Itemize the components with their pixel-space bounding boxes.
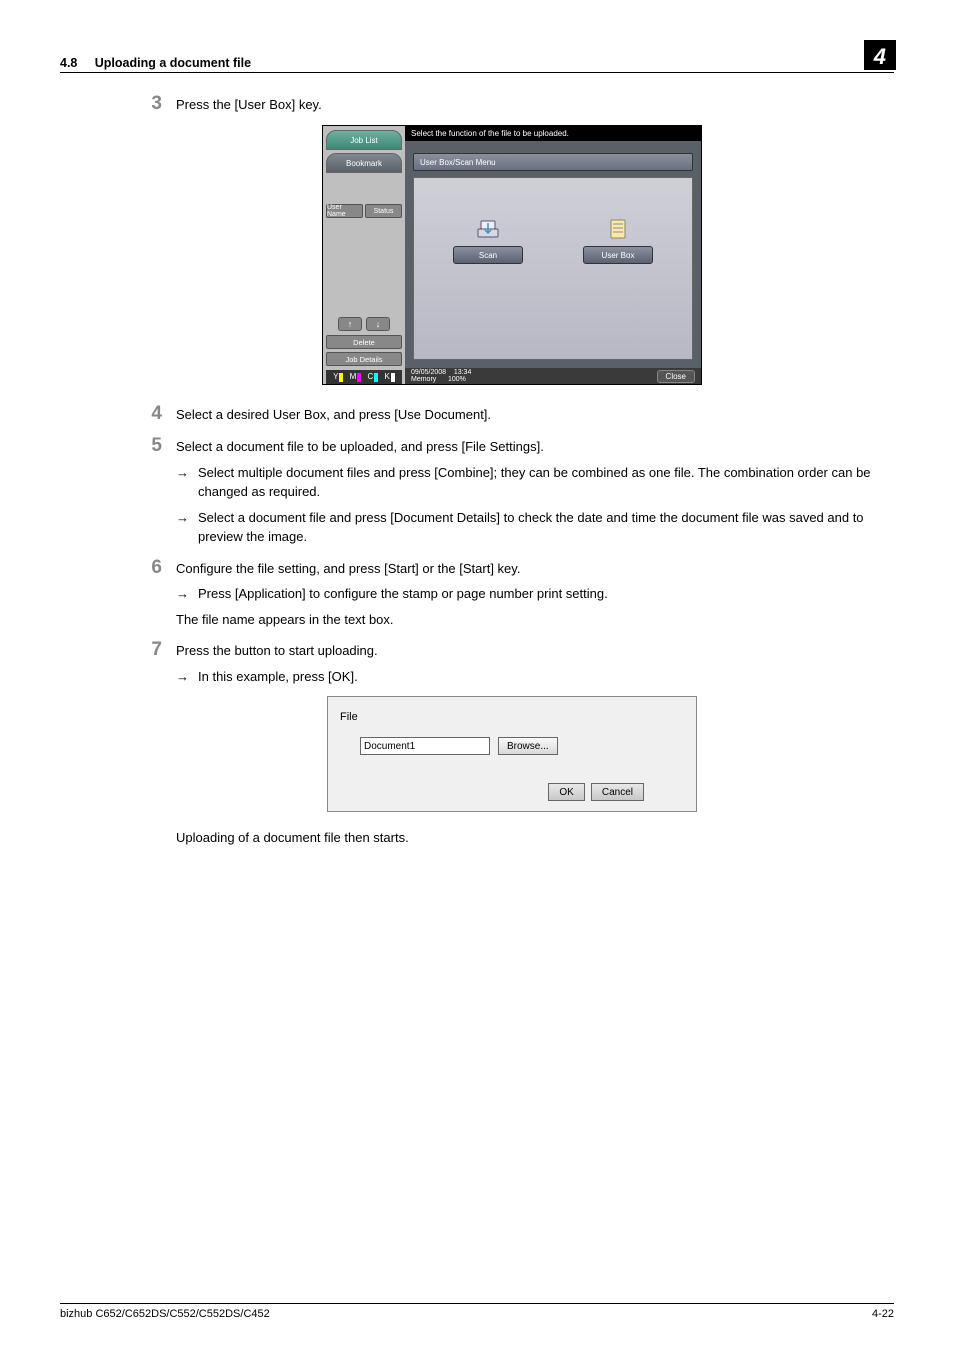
step-number: 5 bbox=[140, 435, 176, 457]
status-memory-label: Memory bbox=[411, 376, 436, 383]
page-header: 4.8 Uploading a document file 4 bbox=[60, 40, 894, 73]
prompt-bar: Select the function of the file to be up… bbox=[405, 126, 701, 141]
step-7: 7 Press the button to start uploading. →… bbox=[140, 639, 884, 686]
sub-step-text: Select multiple document files and press… bbox=[198, 463, 884, 502]
step-number: 7 bbox=[140, 639, 176, 661]
bookmark-tab[interactable]: Bookmark bbox=[326, 153, 402, 173]
step-text: Configure the file setting, and press [S… bbox=[176, 559, 884, 579]
step-number: 4 bbox=[140, 403, 176, 425]
step-text: Select a document file to be uploaded, a… bbox=[176, 437, 884, 457]
job-list-tab[interactable]: Job List bbox=[326, 130, 402, 150]
yellow-toner-icon bbox=[339, 373, 343, 382]
chapter-tab: 4 bbox=[864, 40, 896, 70]
user-box-button[interactable]: User Box bbox=[583, 246, 653, 264]
menu-bar: User Box/Scan Menu bbox=[413, 153, 693, 171]
arrow-icon: → bbox=[176, 584, 198, 604]
down-button[interactable]: ↓ bbox=[366, 317, 390, 331]
toner-indicator: Y M C K bbox=[326, 370, 402, 384]
userbox-icon bbox=[605, 218, 631, 240]
sub-step-text: Select a document file and press [Docume… bbox=[198, 508, 884, 547]
device-right-panel: Select the function of the file to be up… bbox=[405, 126, 701, 384]
browse-button[interactable]: Browse... bbox=[498, 737, 558, 755]
step-number: 6 bbox=[140, 557, 176, 579]
step-text: Press the button to start uploading. bbox=[176, 641, 884, 661]
section-heading: 4.8 Uploading a document file bbox=[60, 56, 251, 70]
black-toner-icon bbox=[391, 373, 395, 382]
footer-model: bizhub C652/C652DS/C552/C552DS/C452 bbox=[60, 1308, 270, 1320]
step-number: 3 bbox=[140, 93, 176, 115]
step-text: Press the [User Box] key. bbox=[176, 95, 884, 115]
footer-page: 4-22 bbox=[872, 1308, 894, 1320]
sub-step-text: Press [Application] to configure the sta… bbox=[198, 584, 884, 604]
file-label: File bbox=[340, 711, 684, 723]
status-time: 13:34 bbox=[454, 369, 472, 376]
file-dialog-screenshot: File Browse... OK Cancel bbox=[327, 696, 697, 812]
scan-button[interactable]: Scan bbox=[453, 246, 523, 264]
file-name-input[interactable] bbox=[360, 737, 490, 755]
status-memory-pct: 100% bbox=[448, 376, 466, 383]
up-button[interactable]: ↑ bbox=[338, 317, 362, 331]
post-dialog-text: Uploading of a document file then starts… bbox=[140, 830, 884, 845]
content-area: 3 Press the [User Box] key. Job List Boo… bbox=[60, 73, 894, 845]
job-details-button[interactable]: Job Details bbox=[326, 352, 402, 366]
delete-button[interactable]: Delete bbox=[326, 335, 402, 349]
arrow-icon: → bbox=[176, 667, 198, 687]
step-note: The file name appears in the text box. bbox=[176, 610, 884, 630]
step-5: 5 Select a document file to be uploaded,… bbox=[140, 435, 884, 547]
section-number: 4.8 bbox=[60, 56, 77, 70]
user-name-chip[interactable]: User Name bbox=[326, 204, 363, 218]
ok-button[interactable]: OK bbox=[548, 783, 584, 801]
device-screenshot: Job List Bookmark User Name Status ↑ ↓ D… bbox=[322, 125, 702, 385]
page-footer: bizhub C652/C652DS/C552/C552DS/C452 4-22 bbox=[60, 1303, 894, 1320]
scan-icon bbox=[475, 218, 501, 240]
step-6: 6 Configure the file setting, and press … bbox=[140, 557, 884, 630]
device-left-panel: Job List Bookmark User Name Status ↑ ↓ D… bbox=[323, 126, 405, 384]
arrow-icon: → bbox=[176, 463, 198, 483]
status-chip[interactable]: Status bbox=[365, 204, 402, 218]
arrow-icon: → bbox=[176, 508, 198, 528]
device-body: Scan User Box bbox=[413, 177, 693, 360]
close-button[interactable]: Close bbox=[657, 370, 695, 383]
cancel-button[interactable]: Cancel bbox=[591, 783, 644, 801]
step-3: 3 Press the [User Box] key. bbox=[140, 93, 884, 115]
sub-step-text: In this example, press [OK]. bbox=[198, 667, 884, 687]
step-text: Select a desired User Box, and press [Us… bbox=[176, 405, 884, 425]
cyan-toner-icon bbox=[374, 373, 378, 382]
device-status-bar: 09/05/2008 13:34 Memory 100% Close bbox=[405, 368, 701, 384]
step-4: 4 Select a desired User Box, and press [… bbox=[140, 403, 884, 425]
magenta-toner-icon bbox=[357, 373, 361, 382]
status-date: 09/05/2008 bbox=[411, 369, 446, 376]
section-title: Uploading a document file bbox=[95, 56, 251, 70]
